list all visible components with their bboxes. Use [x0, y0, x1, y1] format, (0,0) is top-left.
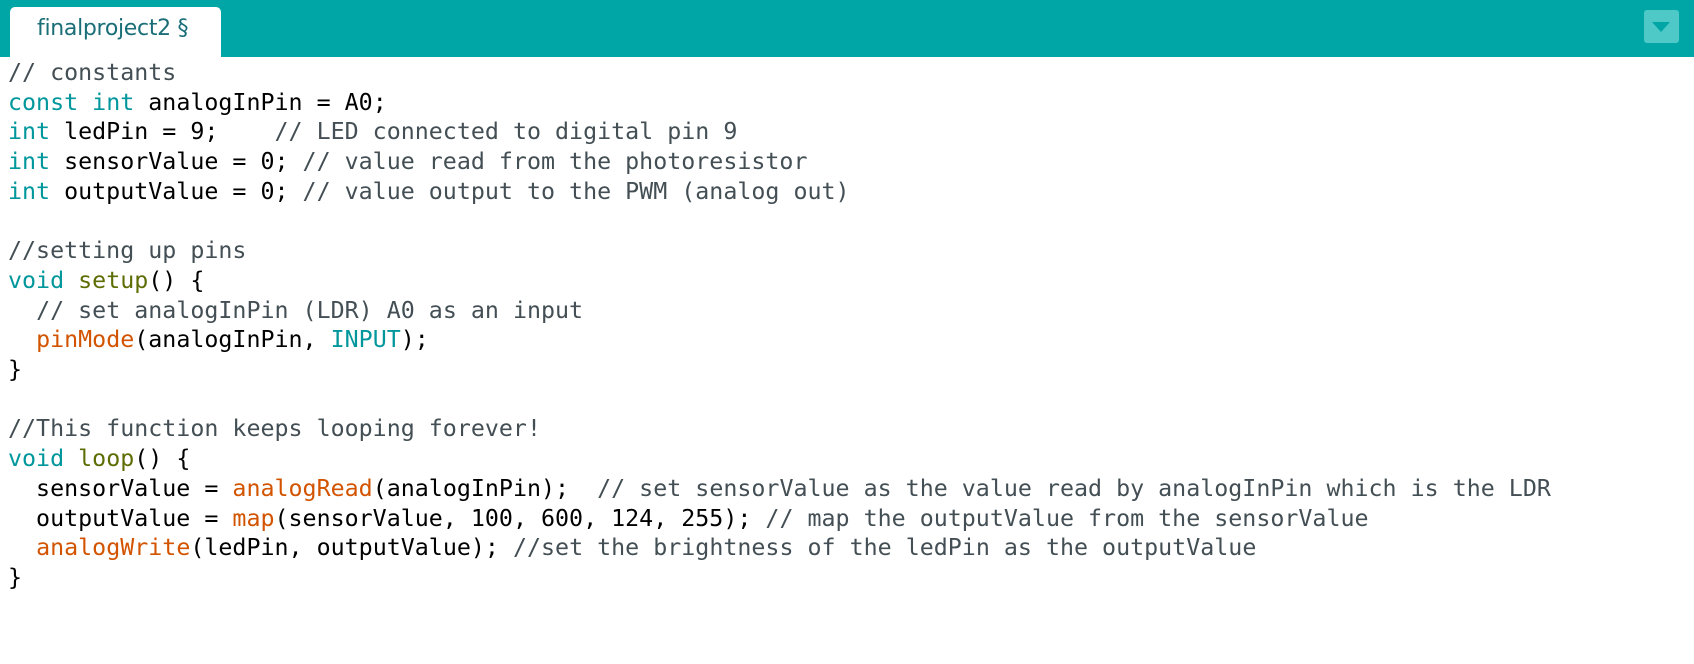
- code-token-keyword: void: [8, 445, 65, 473]
- code-token-plain: (sensorValue, 100, 600, 124, 255);: [274, 504, 766, 532]
- code-token-plain: ledPin = 9;: [50, 118, 275, 146]
- code-token-plain: sensorValue = 0;: [50, 148, 303, 176]
- code-token-plain: (analogInPin);: [372, 474, 598, 502]
- code-token-comment: // constants: [8, 59, 177, 86]
- code-token-const: INPUT: [330, 326, 401, 354]
- code-token-comment: // set analogInPin (LDR) A0 as an input: [36, 296, 584, 324]
- code-line: sensorValue = analogRead(analogInPin); /…: [8, 473, 1551, 505]
- code-token-plain: }: [8, 563, 23, 591]
- code-token-comment: // value read from the photoresistor: [302, 148, 808, 176]
- code-line: analogWrite(ledPin, outputValue); //set …: [8, 532, 1256, 564]
- tab-menu-button[interactable]: [1644, 10, 1679, 43]
- code-token-func: loop: [78, 445, 135, 473]
- code-line: }: [8, 354, 22, 386]
- code-token-comment: // map the outputValue from the sensorVa…: [765, 504, 1369, 532]
- tab-label: finalproject2 §: [37, 16, 189, 41]
- code-token-builtin: analogRead: [232, 474, 373, 502]
- tab-finalproject2[interactable]: finalproject2 §: [10, 7, 221, 57]
- code-token-builtin: pinMode: [36, 326, 135, 354]
- code-token-func: setup: [78, 266, 149, 294]
- code-line: void loop() {: [8, 443, 190, 475]
- code-line: int sensorValue = 0; // value read from …: [8, 146, 807, 178]
- code-line: // constants: [8, 57, 176, 89]
- editor-tab-bar: finalproject2 §: [0, 0, 1694, 57]
- code-token-comment: // value output to the PWM (analog out): [302, 177, 850, 205]
- code-token-plain: () {: [148, 266, 205, 294]
- code-token-comment: //setting up pins: [8, 237, 247, 265]
- code-line: // set analogInPin (LDR) A0 as an input: [8, 295, 583, 327]
- code-token-plain: outputValue = 0;: [50, 177, 303, 205]
- code-line: }: [8, 562, 22, 594]
- code-line: //setting up pins: [8, 235, 246, 267]
- code-token-plain: sensorValue =: [8, 474, 233, 502]
- code-token-builtin: analogWrite: [36, 534, 191, 562]
- code-line: pinMode(analogInPin, INPUT);: [8, 324, 429, 356]
- code-line: void setup() {: [8, 265, 204, 297]
- chevron-down-icon: [1652, 22, 1670, 32]
- code-token-keyword: int: [92, 88, 135, 116]
- code-token-plain: );: [400, 326, 429, 354]
- code-token-plain: (analogInPin,: [134, 326, 331, 354]
- code-token-plain: }: [8, 356, 23, 383]
- code-token-plain: analogInPin = A0;: [134, 88, 387, 116]
- code-token-comment: // LED connected to digital pin 9: [274, 118, 738, 146]
- code-line: int outputValue = 0; // value output to …: [8, 176, 850, 208]
- code-token-keyword: void: [8, 266, 65, 294]
- code-line: const int analogInPin = A0;: [8, 87, 387, 119]
- code-line: outputValue = map(sensorValue, 100, 600,…: [8, 503, 1369, 535]
- code-line: //This function keeps looping forever!: [8, 413, 541, 445]
- code-token-plain: (ledPin, outputValue);: [190, 534, 513, 562]
- code-token-comment: //set the brightness of the ledPin as th…: [512, 534, 1257, 562]
- code-token-plain: outputValue =: [8, 504, 233, 532]
- code-token-comment: // set sensorValue as the value read by …: [597, 474, 1551, 502]
- code-token-keyword: const: [8, 88, 79, 116]
- code-token-keyword: int: [8, 177, 51, 205]
- code-token-plain: () {: [134, 445, 191, 473]
- code-token-keyword: int: [8, 148, 51, 176]
- code-token-builtin: map: [232, 504, 275, 532]
- code-editor[interactable]: // constants const int analogInPin = A0; i…: [0, 57, 1694, 664]
- code-line: int ledPin = 9; // LED connected to digi…: [8, 116, 737, 148]
- code-token-keyword: int: [8, 118, 51, 146]
- code-token-comment: //This function keeps looping forever!: [8, 415, 541, 443]
